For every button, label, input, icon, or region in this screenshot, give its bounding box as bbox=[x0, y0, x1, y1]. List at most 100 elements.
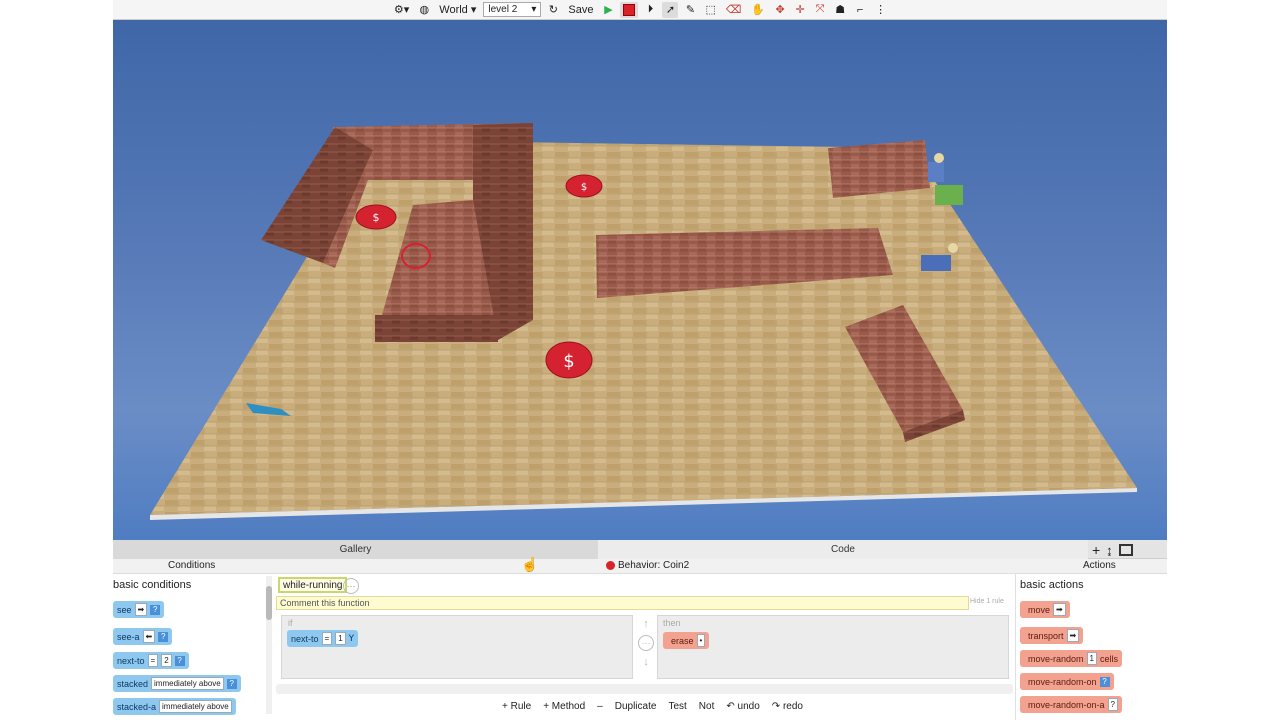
settings-gear-icon[interactable]: ⚙▾ bbox=[391, 2, 412, 18]
condition-next-to[interactable]: next-to = 2 ? bbox=[113, 652, 189, 669]
action-label: move bbox=[1028, 604, 1051, 615]
operator-select[interactable]: = bbox=[147, 654, 159, 667]
editor-horizontal-scrollbar[interactable] bbox=[276, 684, 1013, 694]
count-input[interactable]: 2 bbox=[161, 654, 172, 667]
help-icon[interactable]: ? bbox=[1107, 698, 1118, 711]
redo-button[interactable]: ↷ redo bbox=[766, 697, 809, 715]
world-scene: $ $ $ bbox=[150, 123, 1137, 520]
action-transport[interactable]: transport ➡ bbox=[1020, 627, 1084, 644]
rule-then-box[interactable] bbox=[657, 615, 1009, 679]
cells-input[interactable]: 1 bbox=[1086, 652, 1097, 665]
stack-option-select[interactable]: immediately above bbox=[151, 677, 224, 690]
arrow-right-icon[interactable]: ➡ bbox=[134, 603, 148, 616]
cells-suffix: cells bbox=[1099, 653, 1118, 664]
redo-icon: ↷ bbox=[771, 700, 781, 712]
function-comment-field[interactable]: Comment this function bbox=[276, 596, 969, 610]
world-viewport[interactable]: $ $ $ bbox=[113, 20, 1167, 540]
add-rule-button[interactable]: + Rule bbox=[496, 697, 537, 715]
condition-label: see-a bbox=[117, 631, 140, 642]
tab-code[interactable]: Code bbox=[598, 540, 1088, 559]
condition-label: see bbox=[117, 604, 132, 615]
world-menu[interactable]: World ▾ bbox=[436, 2, 479, 18]
hide-rule-link[interactable]: Hide 1 rule bbox=[970, 598, 1004, 605]
help-icon[interactable]: ? bbox=[174, 655, 185, 666]
play-icon[interactable]: ▶ bbox=[600, 2, 616, 18]
stamp-tool-icon[interactable]: ⌐ bbox=[852, 2, 868, 18]
behavior-dot-icon bbox=[606, 561, 615, 570]
duplicate-button[interactable]: Duplicate bbox=[609, 697, 663, 715]
globe-icon[interactable]: ◍ bbox=[416, 2, 432, 18]
agent-tool-icon[interactable]: ☗ bbox=[832, 2, 848, 18]
arrow-left-icon[interactable]: ⬅ bbox=[142, 630, 156, 643]
reload-icon[interactable]: ↻ bbox=[545, 2, 561, 18]
behavior-heading: Behavior: Coin2 bbox=[606, 560, 689, 571]
stop-icon bbox=[623, 3, 636, 16]
svg-text:$: $ bbox=[581, 182, 587, 193]
hand-tool-icon[interactable]: ✥ bbox=[772, 2, 788, 18]
condition-stacked-a[interactable]: stacked-a immediately above bbox=[113, 698, 236, 715]
arrow-right-icon[interactable]: ➡ bbox=[1066, 629, 1080, 642]
conditions-scrollbar-thumb[interactable] bbox=[266, 586, 272, 620]
level-select-value: level 2 bbox=[488, 4, 518, 15]
operator-select[interactable]: = bbox=[321, 632, 333, 645]
behavior-title: Behavior: Coin2 bbox=[618, 560, 690, 571]
actions-heading: Actions bbox=[1083, 560, 1116, 571]
editor-bottom-bar: + Rule + Method – Duplicate Test Not ↶ u… bbox=[496, 697, 809, 715]
move-down-icon[interactable]: ↓ bbox=[643, 656, 649, 668]
condition-label: next-to bbox=[117, 655, 145, 666]
svg-text:$: $ bbox=[373, 211, 380, 224]
help-icon[interactable]: ? bbox=[150, 604, 161, 615]
function-options-icon[interactable]: ⋯ bbox=[343, 578, 359, 594]
plus-icon[interactable]: + bbox=[1092, 542, 1100, 558]
resize-vertical-icon[interactable]: ↨ bbox=[1106, 543, 1113, 558]
move-tool-icon[interactable]: ✛ bbox=[792, 2, 808, 18]
help-icon[interactable]: ? bbox=[226, 678, 237, 689]
add-method-button[interactable]: + Method bbox=[537, 697, 591, 715]
pencil-tool-icon[interactable]: ✎ bbox=[682, 2, 698, 18]
rule-if-box[interactable] bbox=[281, 615, 633, 679]
marquee-tool-icon[interactable]: ⬚ bbox=[702, 2, 718, 18]
move-up-icon[interactable]: ↑ bbox=[643, 618, 649, 630]
action-move[interactable]: move ➡ bbox=[1020, 601, 1070, 618]
rule-condition-next-to[interactable]: next-to = 1 ꓬ bbox=[287, 630, 359, 647]
help-icon[interactable]: ? bbox=[158, 631, 169, 642]
count-input[interactable]: 1 bbox=[335, 632, 346, 645]
rule-options-icon[interactable]: ⋯ bbox=[638, 635, 654, 651]
agent-target-icon[interactable]: ꓬ bbox=[349, 633, 355, 644]
function-name-field[interactable]: while-running bbox=[278, 577, 348, 593]
condition-label: stacked bbox=[117, 678, 149, 689]
condition-see-a[interactable]: see-a ⬅ ? bbox=[113, 628, 173, 645]
action-move-random-on[interactable]: move-random-on ? bbox=[1020, 673, 1114, 690]
rotate-tool-icon[interactable]: ⤧ bbox=[812, 2, 828, 18]
drag-tool-icon[interactable]: ✋ bbox=[748, 2, 768, 18]
panel-controls: + ↨ bbox=[1092, 541, 1133, 559]
stack-option-select[interactable]: immediately above bbox=[159, 700, 232, 713]
rule-action-erase[interactable]: erase • bbox=[663, 632, 710, 649]
step-icon[interactable]: ⏵︎ bbox=[642, 2, 658, 18]
condition-stacked[interactable]: stacked immediately above ? bbox=[113, 675, 241, 692]
condition-see[interactable]: see ➡ ? bbox=[113, 601, 165, 618]
if-label: if bbox=[288, 618, 293, 628]
eraser-tool-icon[interactable]: ⌫ bbox=[723, 2, 745, 18]
more-menu-icon[interactable]: ⋮ bbox=[872, 2, 889, 18]
action-move-random[interactable]: move-random 1 cells bbox=[1020, 650, 1122, 667]
help-icon[interactable]: ? bbox=[1099, 676, 1110, 687]
maximize-icon[interactable] bbox=[1118, 544, 1133, 556]
actions-palette: basic actions move ➡ transport ➡ move-ra… bbox=[1015, 574, 1168, 720]
pointer-tool-icon[interactable]: ➚ bbox=[662, 1, 679, 18]
action-label: move-random bbox=[1028, 653, 1084, 664]
action-move-random-on-a[interactable]: move-random-on-a ? bbox=[1020, 696, 1122, 713]
not-button[interactable]: Not bbox=[693, 697, 721, 715]
stop-button[interactable] bbox=[620, 1, 639, 18]
chevron-down-icon: ▾ bbox=[531, 4, 537, 15]
level-select[interactable]: level 2 ▾ bbox=[483, 2, 542, 17]
undo-button[interactable]: ↶ undo bbox=[720, 697, 765, 715]
remove-button[interactable]: – bbox=[591, 697, 609, 715]
arrow-right-icon[interactable]: ➡ bbox=[1053, 603, 1066, 616]
agent-target-icon[interactable]: • bbox=[696, 634, 706, 647]
test-button[interactable]: Test bbox=[662, 697, 692, 715]
svg-text:$: $ bbox=[563, 351, 574, 372]
editor-subheader: Conditions Behavior: Coin2 Actions bbox=[113, 559, 1167, 574]
conditions-palette: basic conditions see ➡ ? see-a ⬅ ? next-… bbox=[113, 574, 273, 720]
save-button[interactable]: Save bbox=[565, 2, 596, 18]
